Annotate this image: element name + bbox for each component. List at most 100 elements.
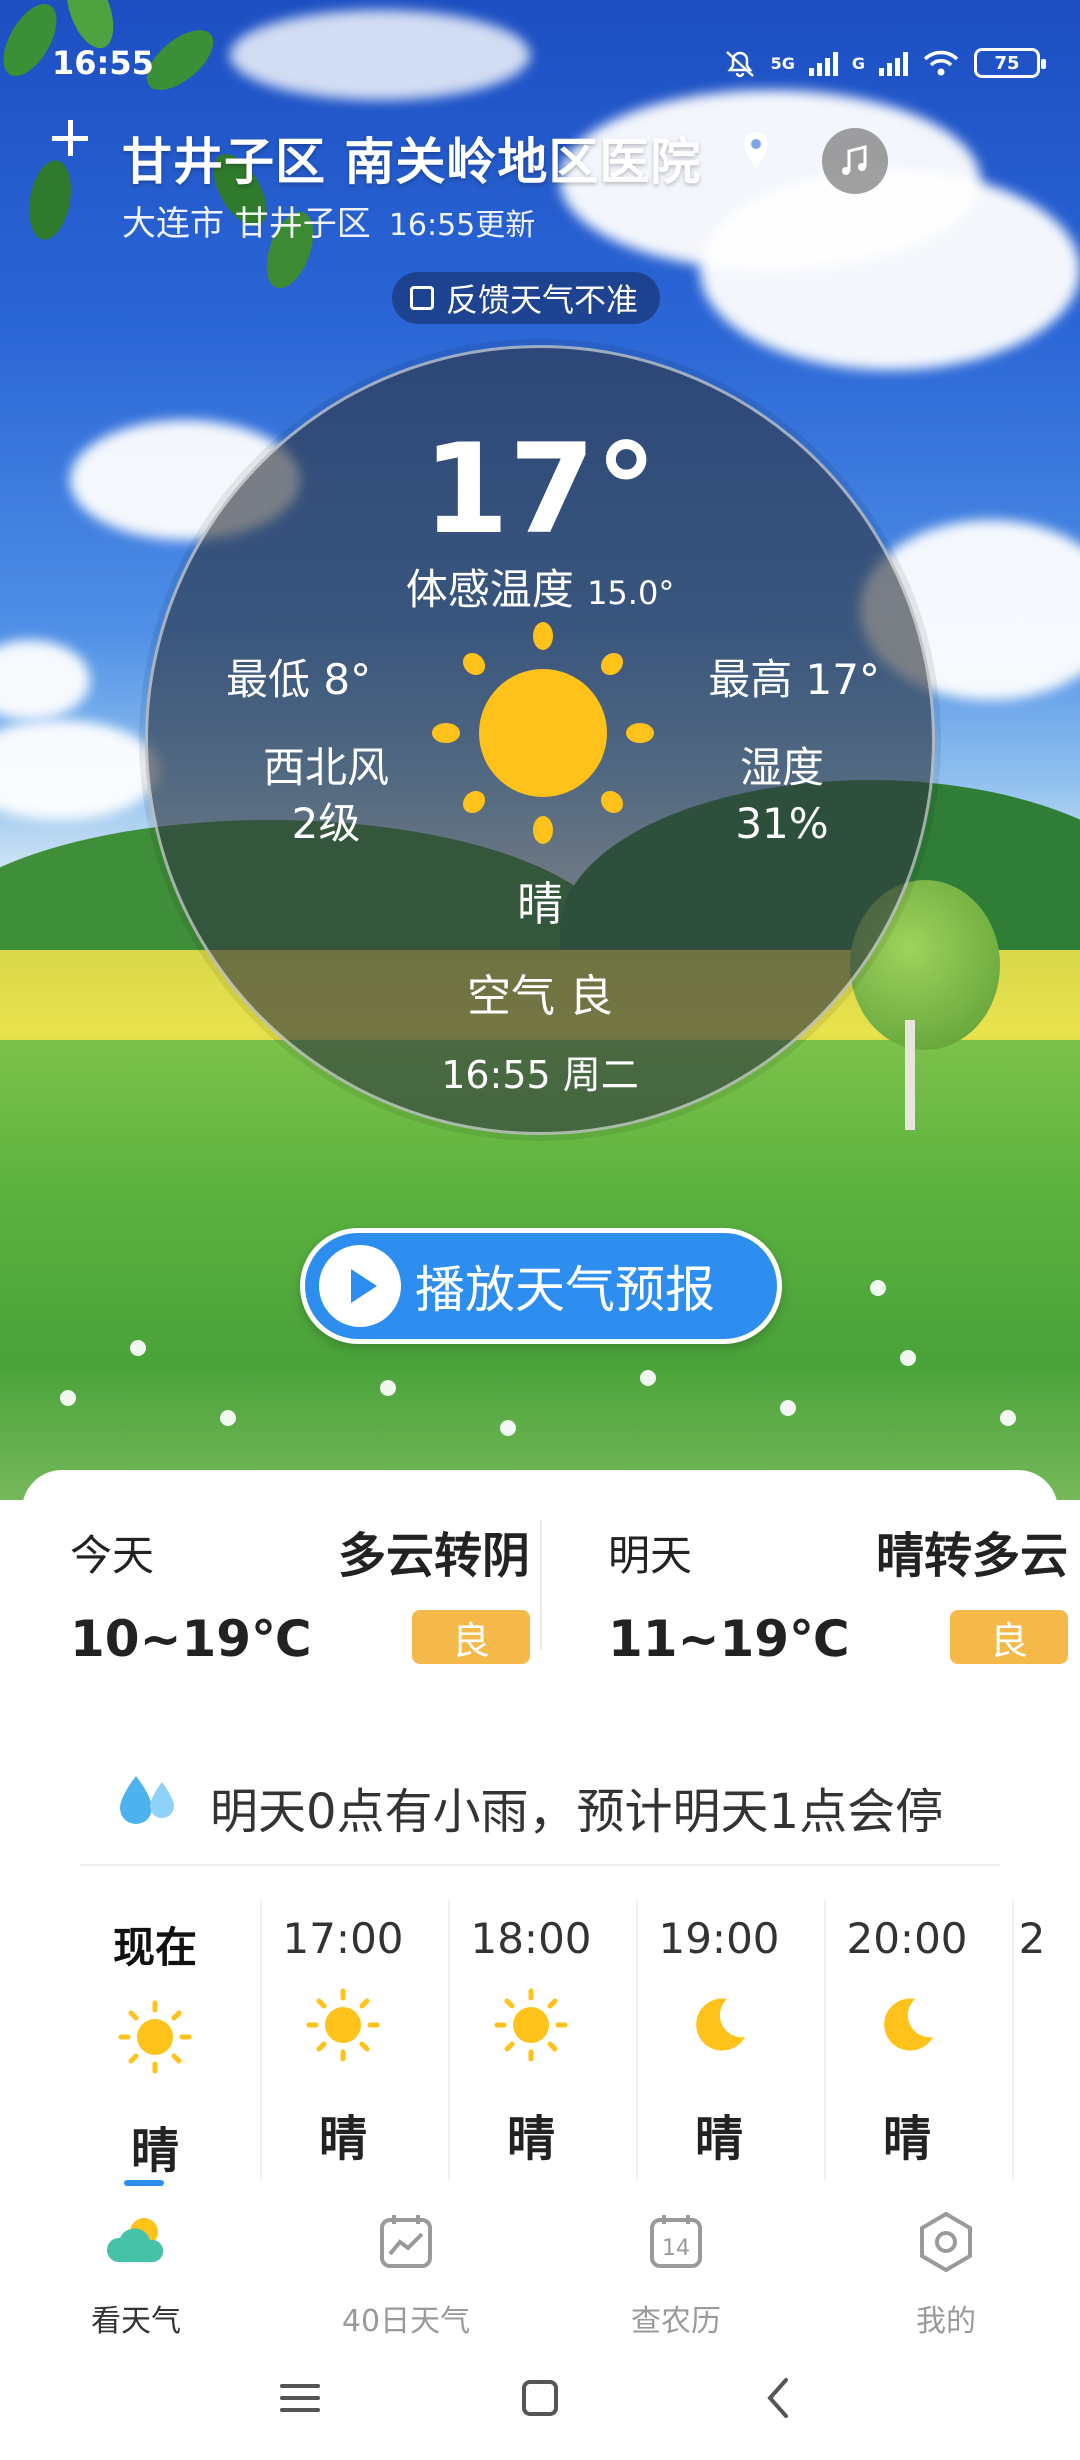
- current-hour-indicator: [124, 2180, 164, 2186]
- feedback-button[interactable]: 反馈天气不准: [392, 272, 661, 324]
- hour-time: 17:00: [282, 1914, 404, 1963]
- system-navigation-bar: [0, 2340, 1080, 2460]
- moon-icon: [884, 1998, 933, 2051]
- hour-item[interactable]: 19:00 晴: [626, 1890, 812, 2190]
- hour-item[interactable]: 2: [1002, 1890, 1062, 2190]
- moon-icon: [696, 1998, 745, 2051]
- air-quality[interactable]: 空气 良: [148, 960, 932, 1024]
- cloud: [700, 170, 1080, 370]
- feels-like-label: 体感温度: [405, 565, 574, 614]
- hour-time: 现在: [112, 1923, 197, 1972]
- feels-like-value: 15.0°: [587, 574, 675, 612]
- wind-level: 2级: [291, 799, 361, 848]
- hour-time: 2: [1018, 1914, 1046, 1963]
- music-note-icon: [842, 145, 867, 175]
- wind-info: 西北风 2级: [236, 740, 416, 852]
- menu-icon[interactable]: [270, 2368, 330, 2428]
- hexagon-settings-icon: [920, 2211, 972, 2273]
- current-temperature: 17°: [422, 418, 658, 562]
- precipitation-notice[interactable]: 明天0点有小雨，预计明天1点会停: [92, 1760, 992, 1840]
- hour-condition: 晴: [318, 2111, 367, 2167]
- tomorrow-label: 明天: [608, 1531, 693, 1580]
- back-icon[interactable]: [750, 2368, 810, 2428]
- location-pin-icon: [744, 132, 768, 168]
- hour-condition: 晴: [130, 2123, 179, 2179]
- today-label: 今天: [70, 1531, 155, 1580]
- calendar-14-icon: 14: [650, 2215, 702, 2268]
- play-icon: [319, 1245, 401, 1327]
- home-icon[interactable]: [510, 2368, 570, 2428]
- hour-item[interactable]: 18:00 晴: [438, 1890, 624, 2190]
- hour-condition: 晴: [882, 2111, 931, 2167]
- feels-like: 体感温度 15.0°: [148, 556, 932, 617]
- feedback-label: 反馈天气不准: [446, 281, 639, 319]
- signal-icon: [808, 50, 838, 76]
- chart-calendar-icon: [380, 2215, 432, 2268]
- city-district: 大连市 甘井子区: [122, 204, 371, 244]
- location-subtitle: 大连市 甘井子区 16:55更新: [122, 196, 535, 245]
- divider: [540, 1520, 542, 1650]
- wifi-icon: [923, 50, 959, 76]
- divider: [80, 1864, 1000, 1866]
- forecast-panel: 今天 多云转阴 10~19℃ 良 明天 晴转多云 11~19℃ 良 明天0点有小…: [22, 1470, 1068, 2190]
- music-button[interactable]: [822, 128, 888, 194]
- nav-lunar-calendar-label: 查农历: [631, 2304, 721, 2339]
- hour-item[interactable]: 20:00 晴: [814, 1890, 1000, 2190]
- status-icons: 5G G 75: [723, 48, 1046, 78]
- low-temperature: 最低 8°: [226, 655, 372, 704]
- edit-icon: [410, 286, 434, 310]
- cloud: [0, 640, 90, 720]
- current-condition: 晴: [517, 877, 563, 931]
- nav-40-day[interactable]: 40日天气: [306, 2210, 506, 2340]
- cloud: [0, 720, 160, 820]
- hour-time: 18:00: [470, 1914, 592, 1963]
- current-datetime: 16:55 周二: [441, 1053, 639, 1097]
- today-forecast[interactable]: 今天 多云转阴 10~19℃ 良: [70, 1510, 530, 1668]
- wind-direction: 西北风: [262, 743, 389, 792]
- add-city-button[interactable]: [52, 120, 88, 156]
- rain-drops-icon: [120, 1776, 174, 1824]
- update-time: 16:55更新: [388, 208, 536, 243]
- nav-40-day-label: 40日天气: [341, 2304, 471, 2339]
- status-time: 16:55: [52, 44, 154, 82]
- svg-text:14: 14: [662, 2236, 690, 2261]
- nav-weather-label: 看天气: [91, 2304, 181, 2339]
- status-bar: 16:55 5G G 75: [52, 44, 1046, 88]
- sun-icon: [432, 622, 654, 844]
- nav-profile-label: 我的: [916, 2304, 976, 2339]
- location-title[interactable]: 甘井子区 南关岭地区医院: [122, 122, 701, 194]
- today-temp-range: 10~19℃: [70, 1610, 312, 1668]
- nav-profile[interactable]: 我的: [846, 2210, 1046, 2340]
- hour-condition: 晴: [694, 2111, 743, 2167]
- hour-time: 19:00: [658, 1914, 780, 1963]
- play-forecast-label: 播放天气预报: [415, 1261, 715, 1319]
- battery-icon: 75: [974, 48, 1046, 78]
- today-desc: 多云转阴: [337, 1528, 530, 1584]
- hour-item[interactable]: 17:00 晴: [250, 1890, 436, 2190]
- tomorrow-aqi-badge: 良: [950, 1610, 1068, 1664]
- hour-item[interactable]: 现在 晴: [62, 1890, 248, 2190]
- hour-time: 20:00: [846, 1914, 968, 1963]
- hourly-forecast[interactable]: 现在 晴 17:00 晴 18:00 晴 19:00 晴 20:00 晴 2: [62, 1890, 1062, 2190]
- nav-weather[interactable]: 看天气: [36, 2210, 236, 2340]
- sun-icon: [494, 1988, 568, 2062]
- network-type-2: G: [851, 53, 865, 73]
- network-type-1: 5G: [770, 53, 795, 73]
- tomorrow-desc: 晴转多云: [875, 1528, 1068, 1584]
- notice-text: 明天0点有小雨，预计明天1点会停: [210, 1784, 944, 1840]
- humidity-info: 湿度 31%: [702, 740, 862, 852]
- signal-icon: [879, 50, 908, 76]
- high-temperature: 最高 17°: [708, 655, 880, 704]
- nav-lunar-calendar[interactable]: 14 查农历: [576, 2210, 776, 2340]
- mute-bell-icon: [725, 51, 754, 78]
- play-forecast-button[interactable]: 播放天气预报: [300, 1228, 782, 1344]
- bottom-navigation: 看天气 40日天气 14 查农历 我的: [0, 2190, 1080, 2340]
- current-weather-dial: 17° 体感温度 15.0° 最低 8° 最高 17° 西北风 2级 湿度 31…: [145, 345, 935, 1135]
- today-aqi-badge: 良: [412, 1610, 530, 1664]
- humidity-value: 31%: [735, 799, 829, 848]
- tomorrow-forecast[interactable]: 明天 晴转多云 11~19℃ 良: [608, 1510, 1068, 1668]
- hour-condition: 晴: [506, 2111, 555, 2167]
- cloud-sun-icon: [106, 2218, 164, 2262]
- tomorrow-temp-range: 11~19℃: [608, 1610, 850, 1668]
- sun-icon: [306, 1988, 380, 2062]
